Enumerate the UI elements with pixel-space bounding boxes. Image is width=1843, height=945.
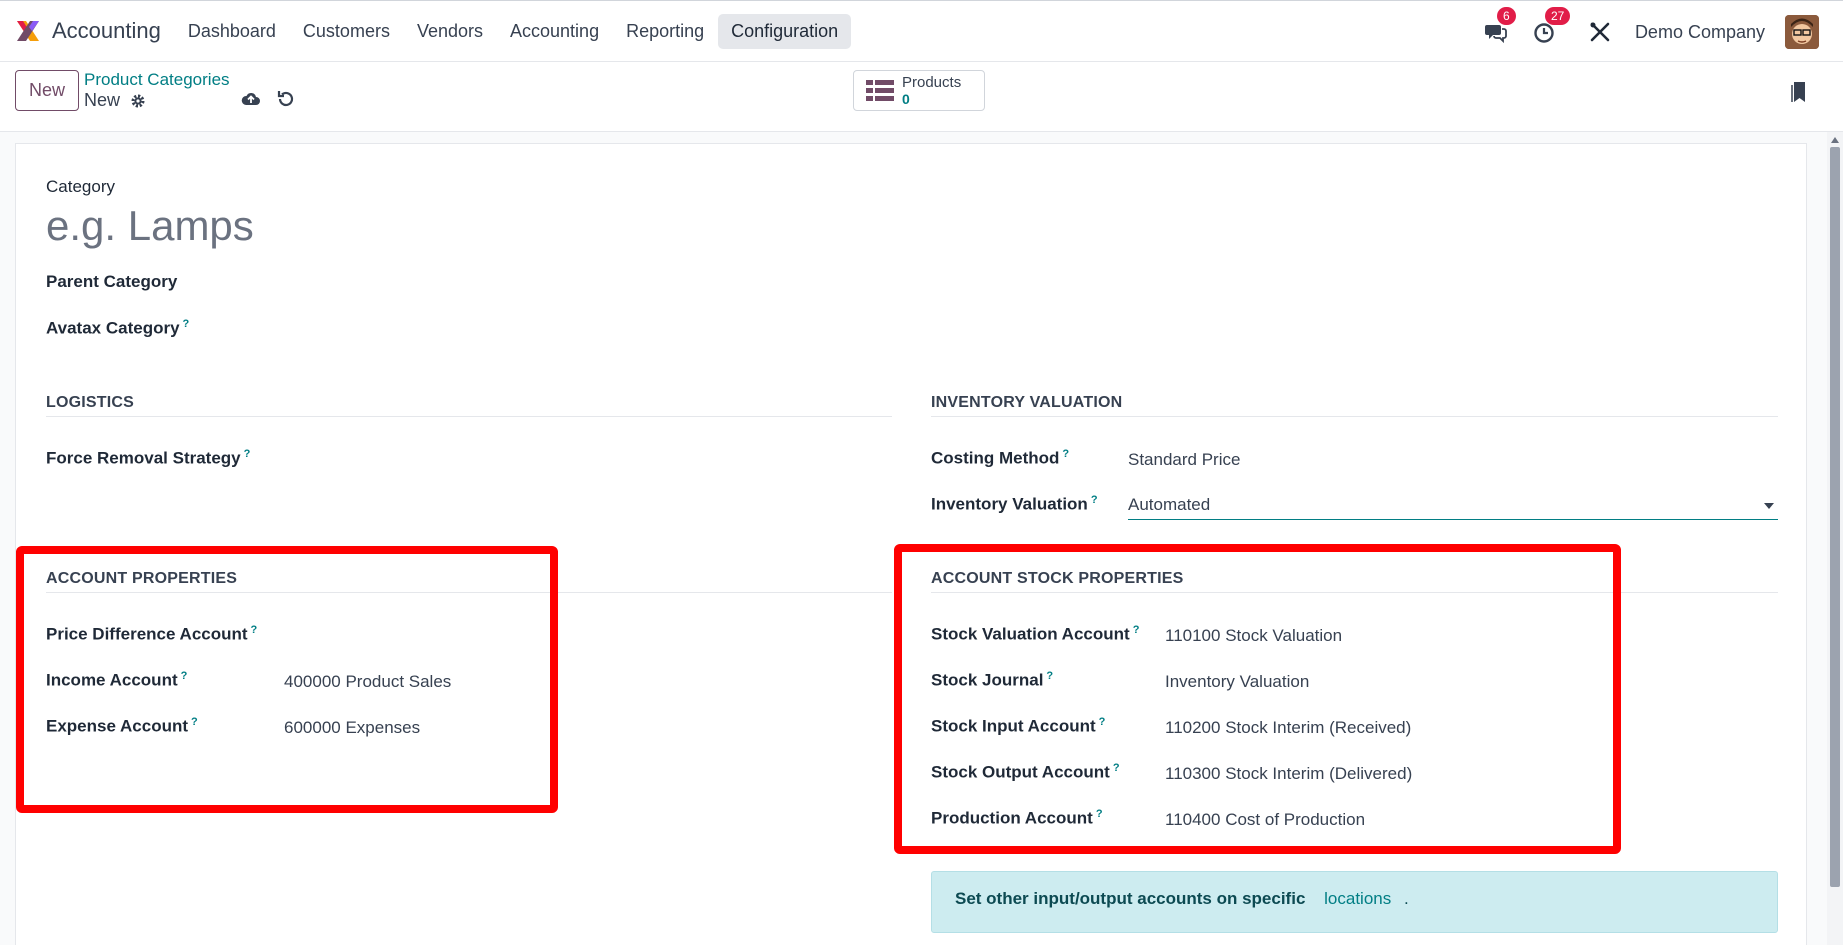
alert-suffix: .	[1403, 889, 1409, 908]
breadcrumb-product-categories[interactable]: Product Categories	[84, 70, 230, 90]
app-name: Accounting	[52, 18, 161, 43]
highlight-account-properties	[16, 546, 558, 813]
costing-method-label: Costing Method?	[931, 448, 1070, 468]
inventory-valuation-value: Automated	[1128, 495, 1211, 514]
section-inventory-valuation: INVENTORY VALUATION	[931, 394, 1778, 417]
help-tooltip-icon[interactable]: ?	[183, 318, 190, 330]
tools-icon	[1590, 22, 1610, 42]
undo-icon[interactable]	[275, 88, 297, 110]
gear-icon[interactable]	[130, 93, 146, 109]
menu-item-vendors[interactable]: Vendors	[404, 14, 496, 49]
alert-text: Set other input/output accounts on speci…	[955, 889, 1306, 908]
systray: 6 27 Demo Company	[1483, 1, 1843, 63]
menu-item-configuration[interactable]: Configuration	[718, 13, 852, 49]
info-alert: Set other input/output accounts on speci…	[931, 871, 1778, 933]
messages-button[interactable]: 6	[1483, 7, 1516, 45]
costing-method-value[interactable]: Standard Price	[1128, 450, 1240, 470]
avatax-category-label: Avatax Category?	[46, 318, 190, 338]
locations-link[interactable]: locations	[1324, 889, 1391, 908]
app-logo-icon	[17, 21, 39, 41]
control-panel: New Product Categories New Products 0	[0, 62, 1843, 132]
scroll-up-arrow[interactable]	[1831, 137, 1839, 143]
menu-item-customers[interactable]: Customers	[290, 14, 403, 49]
record-name: New	[84, 90, 121, 110]
bookmark-icon[interactable]	[1791, 80, 1809, 104]
scrollbar-thumb[interactable]	[1830, 147, 1840, 887]
activities-badge: 27	[1544, 7, 1571, 25]
main-menu: Dashboard Customers Vendors Accounting R…	[175, 13, 852, 49]
inventory-valuation-label: Inventory Valuation?	[931, 494, 1098, 514]
messages-badge: 6	[1496, 7, 1516, 25]
smart-button-label: Products	[902, 73, 962, 91]
activities-button[interactable]: 27	[1531, 7, 1571, 45]
smart-button-count: 0	[902, 90, 910, 107]
company-switcher[interactable]: Demo Company	[1635, 22, 1765, 43]
force-removal-strategy-label: Force Removal Strategy?	[46, 448, 251, 468]
new-button[interactable]: New	[15, 70, 79, 111]
highlight-account-stock-properties	[894, 544, 1621, 854]
caret-down-icon	[1764, 503, 1774, 509]
menu-item-accounting[interactable]: Accounting	[497, 14, 612, 49]
avatar-icon	[1785, 15, 1819, 49]
smart-button-text: Products 0	[902, 74, 961, 108]
help-tooltip-icon[interactable]: ?	[1091, 494, 1098, 506]
record-title: New	[84, 90, 146, 111]
app-brand[interactable]: Accounting	[14, 1, 161, 61]
help-tooltip-icon[interactable]: ?	[1062, 448, 1069, 460]
user-avatar[interactable]	[1785, 15, 1819, 49]
settings-tools-button[interactable]	[1587, 19, 1613, 45]
category-name-input[interactable]: e.g. Lamps	[46, 202, 254, 250]
list-icon	[866, 79, 894, 101]
products-smart-button[interactable]: Products 0	[853, 70, 985, 111]
help-tooltip-icon[interactable]: ?	[244, 448, 251, 460]
top-navbar: Accounting Dashboard Customers Vendors A…	[0, 0, 1843, 62]
inventory-valuation-select[interactable]: Automated	[1128, 490, 1778, 520]
cloud-upload-icon[interactable]	[240, 88, 262, 110]
category-label: Category	[46, 177, 115, 196]
menu-item-dashboard[interactable]: Dashboard	[175, 14, 289, 49]
parent-category-label: Parent Category	[46, 272, 178, 291]
menu-item-reporting[interactable]: Reporting	[613, 14, 717, 49]
section-logistics: LOGISTICS	[46, 394, 892, 417]
